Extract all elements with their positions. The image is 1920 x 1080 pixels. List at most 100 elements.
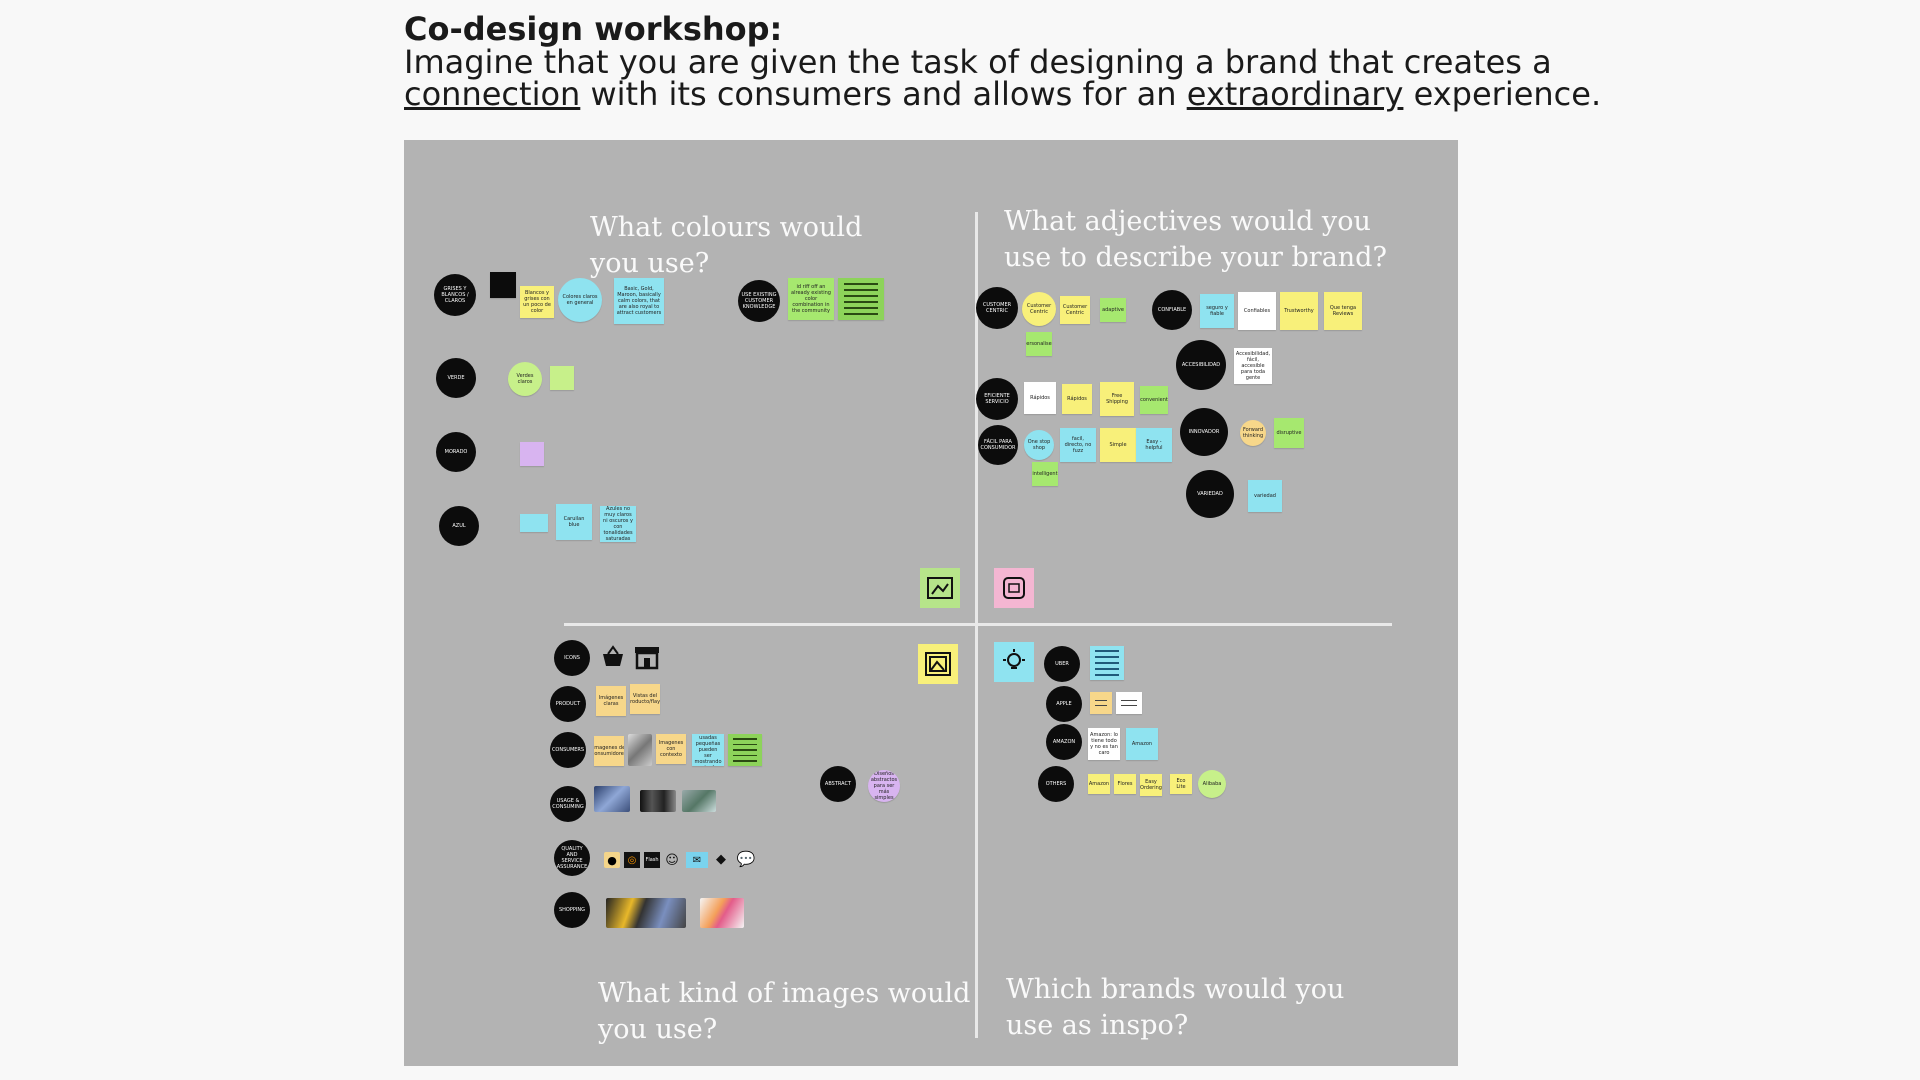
- question-images: What kind of images would you use?: [598, 978, 971, 1045]
- sticky-note[interactable]: Amazon: lo tiene todo y no es tan caro: [1088, 728, 1120, 760]
- question-brands: Which brands would you use as inspo?: [1006, 974, 1345, 1041]
- photo-shopping[interactable]: [700, 898, 744, 928]
- prompt-line-1: Imagine that you are given the task of d…: [404, 43, 1552, 81]
- cluster-variedad[interactable]: VARIEDAD: [1186, 470, 1234, 518]
- sticky-note[interactable]: Confiables: [1238, 292, 1276, 330]
- photo-usage[interactable]: [594, 786, 630, 812]
- mail-icon: ✉: [686, 852, 708, 868]
- cluster-accesibilidad[interactable]: ACCESIBILIDAD: [1176, 340, 1226, 390]
- black-swatch[interactable]: [490, 272, 516, 298]
- sticky-note[interactable]: Accesibilidad, fácil, accesible para tod…: [1234, 348, 1272, 384]
- cluster-consumers[interactable]: CONSUMERS: [550, 732, 586, 768]
- image-frame-icon[interactable]: [920, 568, 960, 608]
- lined-sticky-note[interactable]: [1090, 692, 1112, 714]
- cluster-abstract[interactable]: ABSTRACT: [820, 766, 856, 802]
- cluster-usage[interactable]: USAGE & CONSUMING: [550, 786, 586, 822]
- sticky-note[interactable]: adaptive: [1100, 298, 1126, 322]
- photo-consumer[interactable]: [628, 734, 652, 766]
- sticky-note[interactable]: Easy Ordering: [1140, 774, 1162, 796]
- cluster-icons[interactable]: ICONS: [554, 640, 590, 676]
- whiteboard[interactable]: What colours would you use? What adjecti…: [404, 140, 1458, 1066]
- sticky-note[interactable]: intelligent: [1032, 462, 1058, 486]
- sticky-note[interactable]: Vistas del producto/flaye: [630, 684, 660, 714]
- cluster-facil[interactable]: FÁCIL PARA CONSUMIDOR: [978, 425, 1018, 465]
- sticky-note[interactable]: facil, directo, no fuzz: [1060, 428, 1096, 462]
- sticky-note[interactable]: Free Shipping: [1100, 382, 1134, 416]
- lined-sticky-note[interactable]: [1090, 646, 1124, 680]
- cluster-others[interactable]: OTHERS: [1038, 766, 1074, 802]
- smiley-icon: ☺: [665, 852, 679, 868]
- sticky-note[interactable]: convenient: [1140, 386, 1168, 414]
- sticky-note[interactable]: Customer Centric: [1022, 292, 1056, 326]
- cluster-product[interactable]: PRODUCT: [550, 686, 586, 722]
- sticky-note[interactable]: Rápidos: [1024, 382, 1056, 414]
- sticky-note[interactable]: Imagenes de consumidores: [594, 736, 624, 766]
- sticky-note[interactable]: Azules no muy claros ni oscuros y con to…: [600, 506, 636, 542]
- sticky-note[interactable]: id riff off an already existing color co…: [788, 278, 834, 320]
- sticky-note[interactable]: Colores claros en general: [558, 278, 602, 322]
- medal-icon: ●: [604, 852, 620, 868]
- sticky-note[interactable]: Basic, Gold, Maroon, basically calm colo…: [614, 278, 664, 324]
- sticky-note[interactable]: Quizás las imágenes usadas pequeñas pued…: [692, 734, 724, 766]
- cluster-azul[interactable]: AZUL: [439, 506, 479, 546]
- cluster-amazon[interactable]: AMAZON: [1046, 724, 1082, 760]
- sticky-note[interactable]: Alibaba: [1198, 770, 1226, 798]
- cluster-customer-centric[interactable]: CUSTOMER CENTRIC: [976, 287, 1018, 329]
- cluster-confiable[interactable]: CONFIABLE: [1152, 290, 1192, 330]
- sticky-note[interactable]: Rápidos: [1062, 384, 1092, 414]
- lined-sticky-note[interactable]: [1116, 692, 1142, 714]
- prompt-end: experience.: [1403, 75, 1602, 113]
- sticky-note[interactable]: variedad: [1248, 480, 1282, 512]
- sticky-note[interactable]: seguro y fiable: [1200, 294, 1234, 328]
- lined-sticky-note[interactable]: [728, 734, 762, 766]
- cluster-morado[interactable]: MORADO: [436, 432, 476, 472]
- cluster-existing-knowledge[interactable]: USE EXISTING CUSTOMER KNOWLEDGE: [738, 280, 780, 322]
- cluster-shopping[interactable]: SHOPPING: [554, 892, 590, 928]
- sticky-note[interactable]: Simple: [1100, 428, 1136, 462]
- sticky-note[interactable]: Customer Centric: [1060, 296, 1090, 324]
- photo-usage[interactable]: [640, 790, 676, 812]
- sticky-note[interactable]: Amazon: [1126, 728, 1158, 760]
- basket-icon: [600, 644, 626, 670]
- sticky-note[interactable]: Forward thinking: [1240, 420, 1266, 446]
- chat-bubbles-icon: 💬: [736, 850, 756, 868]
- sticky-note[interactable]: Blancos y grises con un poco de color: [520, 286, 554, 318]
- sticky-note[interactable]: Eco Lite: [1170, 774, 1192, 794]
- cluster-eficiente[interactable]: EFICIENTE SERVICIO: [976, 378, 1018, 420]
- sticky-note[interactable]: Caruilan blue: [556, 504, 592, 540]
- sticky-note[interactable]: Imagenes con contexto: [656, 734, 686, 764]
- sticky-note[interactable]: Amazon: [1088, 774, 1110, 794]
- sticky-note[interactable]: Que tenga Reviews: [1324, 292, 1362, 330]
- horizontal-axis: [564, 623, 1392, 626]
- blue-swatch[interactable]: [520, 514, 548, 532]
- photo-usage[interactable]: [682, 790, 716, 812]
- cluster-innovador[interactable]: INNOVADOR: [1180, 408, 1228, 456]
- picture-icon[interactable]: [918, 644, 958, 684]
- underlined-extraordinary: extraordinary: [1186, 75, 1404, 113]
- question-colours: What colours would you use?: [590, 212, 863, 279]
- cluster-grises-blancos[interactable]: GRISES Y BLANCOS / CLAROS: [434, 274, 476, 316]
- prompt-mid: with its consumers and allows for an: [580, 75, 1187, 113]
- sticky-note[interactable]: One stop shop: [1024, 430, 1054, 460]
- sticky-note[interactable]: Imágenes claras: [596, 686, 626, 716]
- photo-shopping[interactable]: [606, 898, 686, 928]
- store-icon: [632, 644, 662, 670]
- cluster-verde[interactable]: VERDE: [436, 358, 476, 398]
- sticky-note[interactable]: Trustworthy: [1280, 292, 1318, 330]
- chrome-icon: ◎: [624, 852, 640, 868]
- cluster-uber[interactable]: UBER: [1044, 646, 1080, 682]
- green-swatch[interactable]: [550, 366, 574, 390]
- purple-swatch[interactable]: [520, 442, 544, 466]
- cluster-quality[interactable]: QUALITY AND SERVICE ASSURANCE: [554, 840, 590, 876]
- lined-sticky-note[interactable]: [838, 278, 884, 320]
- sticky-note[interactable]: Flores: [1114, 774, 1136, 794]
- question-adjectives: What adjectives would you use to describ…: [1004, 206, 1387, 273]
- lightbulb-icon[interactable]: [994, 642, 1034, 682]
- sticky-note[interactable]: Easy - helpful: [1136, 428, 1172, 462]
- sticky-note[interactable]: Diseños abstractos para ser más simples: [868, 770, 900, 802]
- sticky-note[interactable]: disruptive: [1274, 418, 1304, 448]
- chat-window-icon[interactable]: [994, 568, 1034, 608]
- sticky-note[interactable]: Verdes claros: [508, 362, 542, 396]
- sticky-note[interactable]: personalised: [1026, 332, 1052, 356]
- cluster-apple[interactable]: APPLE: [1046, 686, 1082, 722]
